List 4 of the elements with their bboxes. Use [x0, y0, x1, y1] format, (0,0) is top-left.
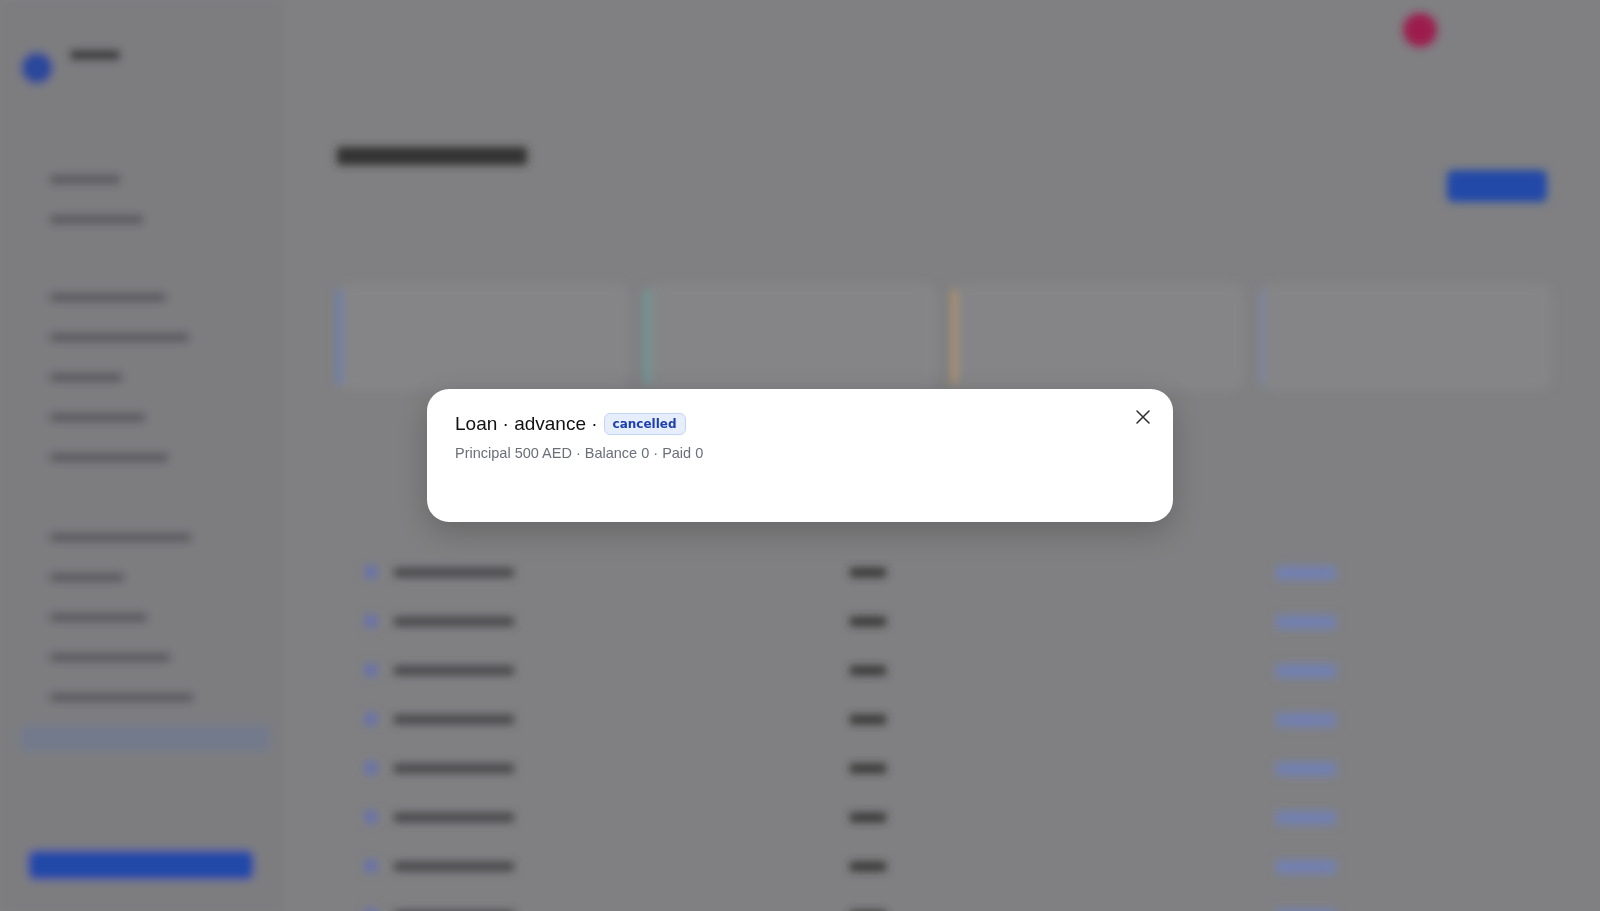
close-icon [1135, 409, 1151, 425]
status-badge: cancelled [603, 413, 686, 435]
dialog-title: Loan · advance · [455, 413, 598, 435]
loan-summary: Principal 500 AED · Balance 0 · Paid 0 [455, 445, 705, 461]
